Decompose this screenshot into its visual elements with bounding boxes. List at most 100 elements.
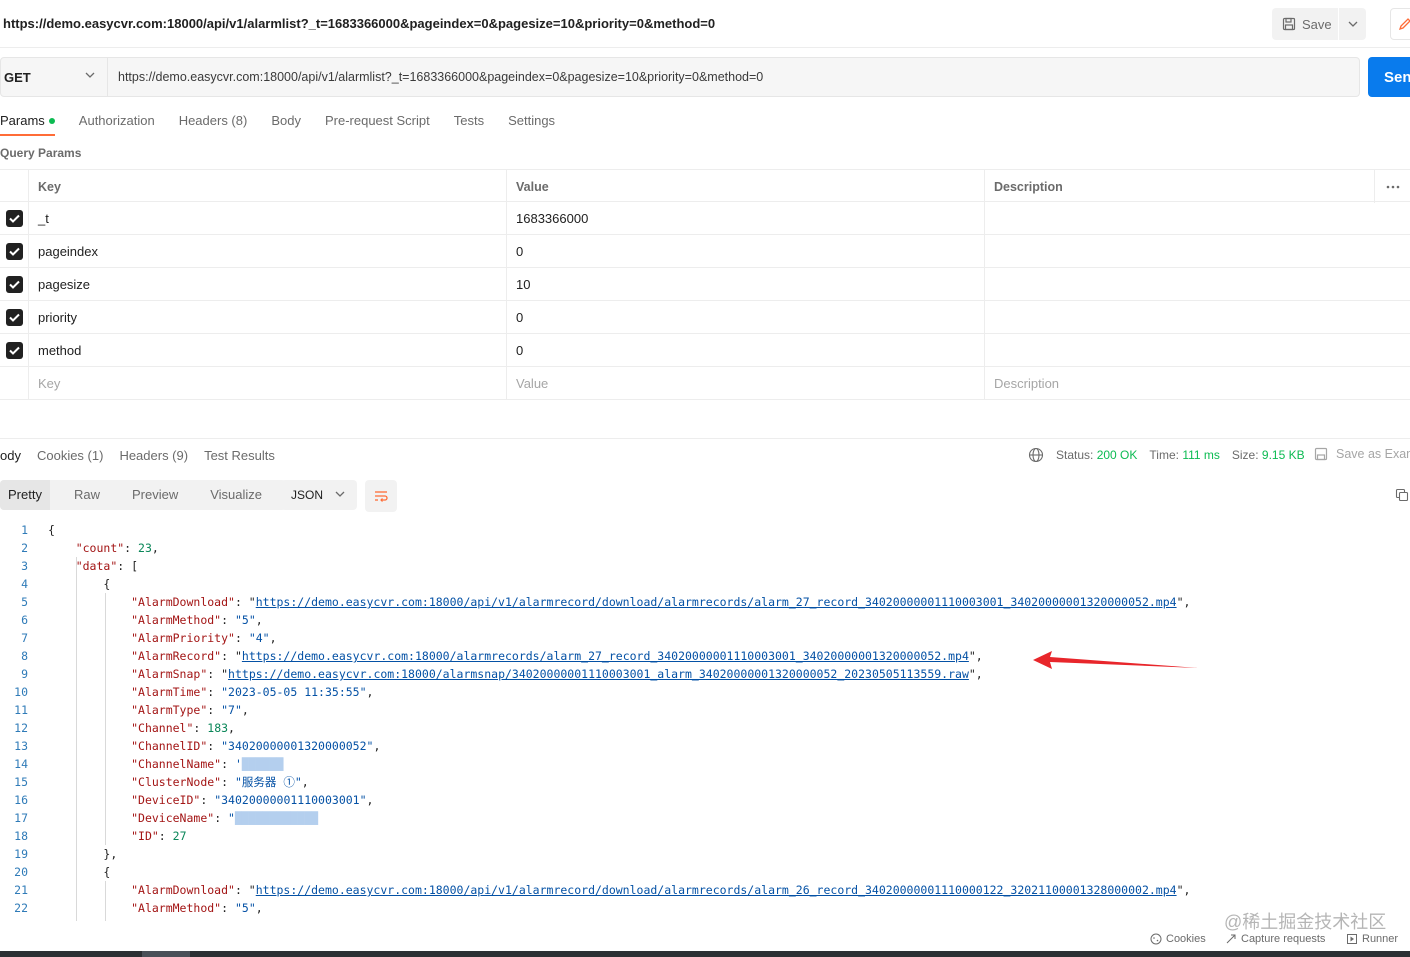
json-string: "4" (248, 631, 270, 645)
footer-cookies-button[interactable]: Cookies (1150, 933, 1206, 945)
edit-button[interactable] (1390, 8, 1410, 40)
code-text: "ID": 27 (48, 827, 186, 845)
table-header-row: Key Value Description (0, 169, 1410, 203)
new-value-input[interactable]: Value (506, 367, 984, 400)
footer-runner-button[interactable]: Runner (1346, 933, 1398, 945)
param-key[interactable]: method (28, 334, 506, 367)
wrap-lines-button[interactable] (365, 480, 397, 512)
json-string: " (228, 811, 235, 825)
tab-visualize[interactable]: Visualize (202, 480, 270, 510)
tab-preview[interactable]: Preview (124, 480, 186, 510)
param-description[interactable] (984, 301, 1374, 334)
json-key: "ChannelName" (131, 757, 222, 771)
size-value[interactable]: 9.15 KB (1262, 448, 1305, 462)
tab-test-results[interactable]: Test Results (204, 446, 275, 470)
tab-headers[interactable]: Headers (8) (179, 108, 248, 136)
code-text: "AlarmDownload": "https://demo.easycvr.c… (48, 593, 1190, 611)
param-checkbox[interactable] (0, 301, 29, 334)
json-punct: : [ (117, 559, 139, 573)
param-description[interactable] (984, 235, 1374, 268)
param-value[interactable]: 0 (506, 301, 984, 334)
time-value[interactable]: 111 ms (1182, 448, 1220, 462)
json-punct: , (366, 685, 374, 699)
json-punct: : (221, 901, 235, 915)
copy-button[interactable] (1395, 488, 1409, 505)
new-key-input[interactable]: Key (28, 367, 506, 400)
json-punct: : " (221, 649, 242, 663)
json-link[interactable]: https://demo.easycvr.com:18000/api/v1/al… (256, 595, 1177, 609)
tab-pretty[interactable]: Pretty (0, 480, 50, 510)
response-body-code[interactable]: 1{2 "count": 23, 3 "data": [4 {5 "AlarmDo… (0, 521, 1410, 921)
json-punct: }, (103, 847, 118, 861)
more-icon (1386, 185, 1399, 188)
json-punct: : (200, 793, 215, 807)
json-punct: : (207, 703, 222, 717)
json-key: "AlarmSnap" (131, 667, 208, 681)
param-key[interactable]: _t (28, 202, 506, 235)
line-number: 15 (14, 775, 28, 789)
param-value[interactable]: 0 (506, 235, 984, 268)
json-link[interactable]: https://demo.easycvr.com:18000/alarmsnap… (228, 667, 969, 681)
code-text: "AlarmMethod": "5", (48, 611, 263, 629)
tab-tests[interactable]: Tests (454, 108, 484, 136)
tab-params[interactable]: Params (0, 108, 55, 136)
taskbar-strip (0, 951, 1410, 957)
code-line: 22 "AlarmMethod": "5", (0, 899, 1410, 917)
status-value[interactable]: 200 OK (1097, 448, 1138, 462)
response-divider[interactable] (0, 438, 1410, 439)
param-checkbox[interactable] (0, 235, 29, 268)
param-description[interactable] (984, 268, 1374, 301)
json-key: "count" (75, 541, 125, 555)
tab-body[interactable]: Body (271, 108, 301, 136)
code-text: { (48, 863, 110, 881)
chevron-down-icon (1348, 21, 1357, 27)
param-value[interactable]: 10 (506, 268, 984, 301)
param-checkbox[interactable] (0, 268, 29, 301)
tab-settings[interactable]: Settings (508, 108, 555, 136)
tab-authorization[interactable]: Authorization (79, 108, 155, 136)
code-text: "ClusterNode": "服务器 ①", (48, 773, 309, 791)
tab-response-headers[interactable]: Headers (9) (119, 446, 188, 470)
param-description[interactable] (984, 202, 1374, 235)
request-title[interactable]: https://demo.easycvr.com:18000/api/v1/al… (3, 16, 715, 31)
param-description[interactable] (984, 334, 1374, 367)
code-line: 12 "Channel": 183, (0, 719, 1410, 737)
json-number: 183 (207, 721, 229, 735)
bulk-edit-menu[interactable] (1374, 170, 1410, 203)
line-number: 7 (21, 631, 28, 645)
response-status-bar: Status: 200 OK Time: 111 ms Size: 9.15 K… (1028, 447, 1305, 463)
format-select[interactable]: JSON (281, 480, 357, 510)
save-as-example-button[interactable]: Save as Exam (1314, 447, 1410, 461)
redacted-text: ██████ (241, 757, 284, 771)
param-key[interactable]: pagesize (28, 268, 506, 301)
param-key[interactable]: priority (28, 301, 506, 334)
json-punct: ", (1176, 883, 1191, 897)
tab-raw[interactable]: Raw (66, 480, 108, 510)
param-checkbox[interactable] (0, 202, 29, 235)
footer-capture-button[interactable]: Capture requests (1225, 933, 1325, 945)
new-description-input[interactable]: Description (984, 367, 1374, 400)
method-select[interactable]: GET (0, 57, 108, 97)
tab-pre-request-script[interactable]: Pre-request Script (325, 108, 430, 136)
param-checkbox[interactable] (0, 334, 29, 367)
json-link[interactable]: https://demo.easycvr.com:18000/api/v1/al… (256, 883, 1177, 897)
send-button[interactable]: Send (1368, 57, 1410, 97)
save-options-button[interactable] (1338, 8, 1366, 40)
param-key[interactable]: pageindex (28, 235, 506, 268)
save-button[interactable]: Save (1272, 8, 1338, 40)
json-punct: , (228, 721, 235, 735)
code-text: "data": [ (48, 557, 138, 575)
code-text: "AlarmPriority": "4", (48, 629, 276, 647)
globe-icon[interactable] (1028, 447, 1044, 463)
url-input[interactable]: https://demo.easycvr.com:18000/api/v1/al… (108, 57, 1360, 97)
param-value[interactable]: 0 (506, 334, 984, 367)
save-example-icon (1314, 447, 1328, 461)
json-key: "ID" (131, 829, 159, 843)
tab-response-cookies[interactable]: Cookies (1) (37, 446, 103, 470)
tab-response-body[interactable]: ody (0, 446, 21, 470)
code-text: }, (48, 845, 117, 863)
param-value[interactable]: 1683366000 (506, 202, 984, 235)
line-number: 4 (21, 577, 28, 591)
json-link[interactable]: https://demo.easycvr.com:18000/alarmreco… (242, 649, 969, 663)
